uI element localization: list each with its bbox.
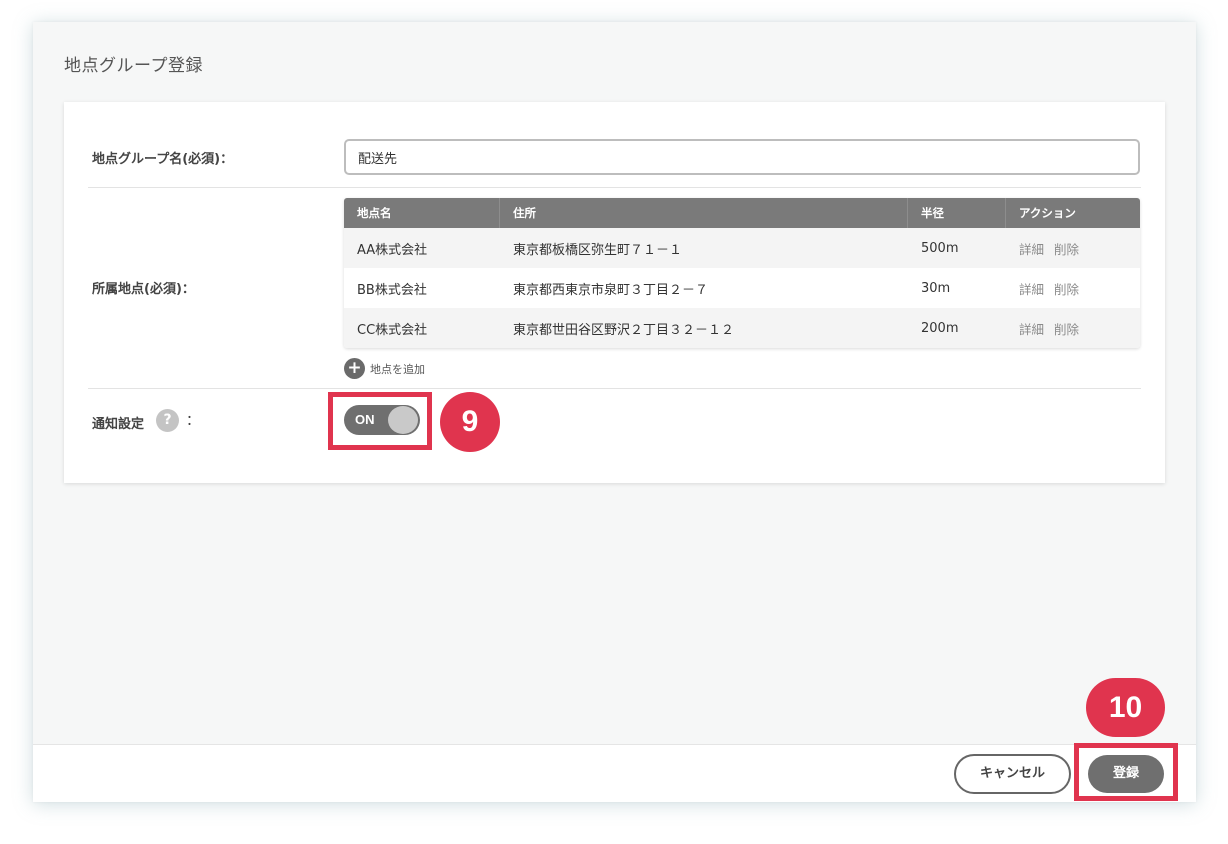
cancel-button[interactable]: キャンセル	[954, 754, 1071, 794]
cell-radius: 500m	[921, 240, 959, 256]
add-point-label: 地点を追加	[370, 362, 425, 376]
cell-actions: 詳細 削除	[1006, 239, 1140, 258]
table-row: CC株式会社 東京都世田谷区野沢２丁目３２－１２ 200m 詳細 削除	[344, 308, 1140, 348]
cell-address: 東京都西東京市泉町３丁目２－７	[513, 282, 709, 298]
delete-link[interactable]: 削除	[1054, 282, 1079, 297]
dialog-footer: キャンセル 登録	[33, 744, 1196, 802]
points-label: 所属地点(必須)：	[92, 282, 195, 297]
notify-label: 通知設定	[92, 417, 145, 432]
table-header: 地点名 住所 半径 アクション	[344, 198, 1140, 228]
cell-address: 東京都世田谷区野沢２丁目３２－１２	[513, 322, 735, 338]
cell-actions: 詳細 削除	[1006, 279, 1140, 298]
form-card: 地点グループ名(必須)： 所属地点(必須)： 地点名 住所 半径 アクション A…	[64, 102, 1165, 483]
delete-link[interactable]: 削除	[1054, 322, 1079, 337]
cell-radius: 200m	[921, 320, 959, 336]
points-table: 地点名 住所 半径 アクション AA株式会社 東京都板橋区弥生町７１－１ 500…	[344, 198, 1140, 348]
point-group-dialog: 地点グループ登録 地点グループ名(必須)： 所属地点(必須)： 地点名 住所 半…	[33, 22, 1196, 802]
header-radius: 半径	[908, 198, 1006, 228]
cell-radius: 30m	[921, 280, 951, 296]
table-row: AA株式会社 東京都板橋区弥生町７１－１ 500m 詳細 削除	[344, 228, 1140, 268]
highlight-box-toggle	[328, 392, 432, 450]
step-badge-10: 10	[1086, 678, 1165, 737]
notify-colon: ：	[186, 413, 200, 429]
cell-point-name: CC株式会社	[357, 322, 428, 338]
question-circle-icon[interactable]: ?	[156, 409, 179, 432]
cell-actions: 詳細 削除	[1006, 319, 1140, 338]
group-name-label: 地点グループ名(必須)：	[92, 152, 234, 167]
detail-link[interactable]: 詳細	[1019, 322, 1044, 337]
plus-circle-icon: +	[344, 358, 365, 379]
header-point-name: 地点名	[344, 198, 500, 228]
header-address: 住所	[500, 198, 908, 228]
group-name-input[interactable]	[344, 139, 1140, 175]
detail-link[interactable]: 詳細	[1019, 282, 1044, 297]
add-point-button[interactable]: + 地点を追加	[344, 358, 425, 379]
dialog-title: 地点グループ登録	[64, 56, 203, 76]
divider	[88, 187, 1141, 188]
delete-link[interactable]: 削除	[1054, 242, 1079, 257]
divider	[88, 388, 1141, 389]
highlight-box-register	[1074, 743, 1178, 801]
cell-address: 東京都板橋区弥生町７１－１	[513, 242, 683, 258]
detail-link[interactable]: 詳細	[1019, 242, 1044, 257]
step-badge-9: 9	[440, 392, 500, 452]
cell-point-name: AA株式会社	[357, 242, 428, 258]
cell-point-name: BB株式会社	[357, 282, 427, 298]
header-action: アクション	[1019, 206, 1076, 220]
table-row: BB株式会社 東京都西東京市泉町３丁目２－７ 30m 詳細 削除	[344, 268, 1140, 308]
